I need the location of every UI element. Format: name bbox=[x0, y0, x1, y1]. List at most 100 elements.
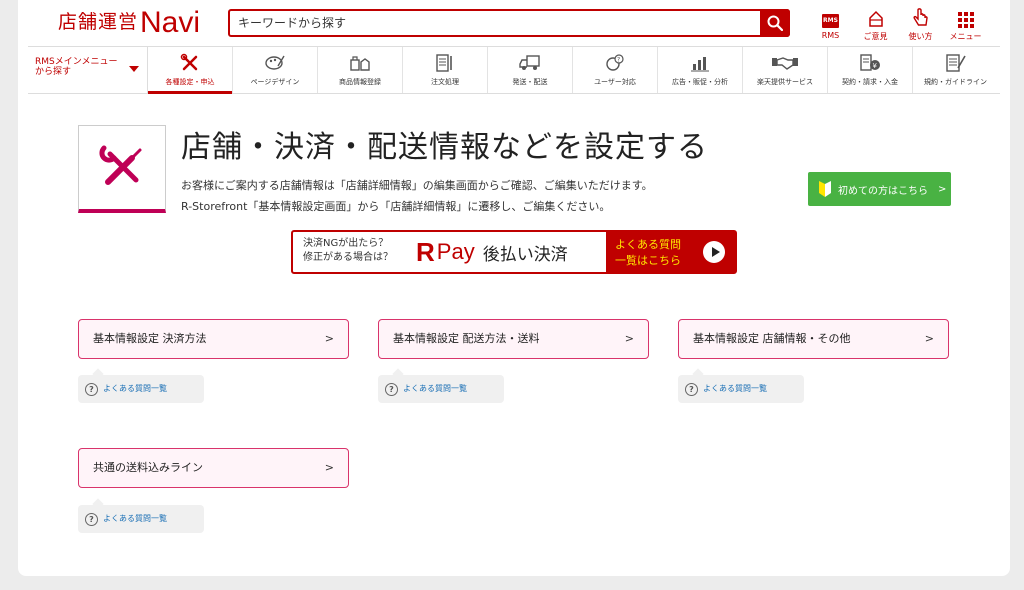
question-icon: ? bbox=[85, 512, 98, 526]
search-button[interactable] bbox=[760, 9, 790, 37]
card-free-shipping-line[interactable]: 共通の送料込みライン > bbox=[78, 448, 349, 488]
nav-item-contracts[interactable]: ¥ 契約・請求・入金 bbox=[828, 47, 913, 93]
chevron-right-icon: > bbox=[324, 332, 334, 345]
nav-label: 広告・販促・分析 bbox=[672, 78, 728, 86]
nav-label: 規約・ガイドライン bbox=[924, 78, 987, 86]
card-label: 共通の送料込みライン bbox=[93, 461, 203, 474]
faq-link-shipping[interactable]: ? よくある質問一覧 bbox=[378, 375, 504, 403]
products-icon bbox=[350, 56, 370, 71]
svg-text:?: ? bbox=[617, 57, 620, 64]
contract-icon: ¥ bbox=[860, 54, 880, 71]
card-payment-settings[interactable]: 基本情報設定 決済方法 > bbox=[78, 319, 349, 359]
faq-label: よくある質問一覧 bbox=[103, 384, 167, 393]
chevron-right-icon: > bbox=[324, 461, 334, 474]
beginner-mark-icon bbox=[819, 181, 831, 197]
howto-label: 使い方 bbox=[908, 32, 933, 41]
rpay-logo: R Pay 後払い決済 bbox=[416, 232, 606, 272]
header: 店舗運営Navi RMS RMS ご意見 使い bbox=[18, 0, 1010, 46]
nav-label: 発送・配送 bbox=[512, 78, 548, 86]
search-input[interactable] bbox=[230, 11, 760, 35]
nav-item-guidelines[interactable]: 規約・ガイドライン bbox=[913, 47, 998, 93]
nav-label: ページデザイン bbox=[250, 78, 300, 86]
page-title: 店舗・決済・配送情報などを設定する bbox=[181, 130, 708, 165]
chevron-right-icon: > bbox=[624, 332, 634, 345]
search-box bbox=[228, 9, 790, 37]
faq-label: よくある質問一覧 bbox=[103, 514, 167, 523]
banner-faq-link: よくある質問 一覧はこちら bbox=[606, 232, 735, 272]
card-shipping-settings[interactable]: 基本情報設定 配送方法・送料 > bbox=[378, 319, 649, 359]
nav-item-rakuten-services[interactable]: 楽天提供サービス bbox=[743, 47, 828, 93]
nav-label: 商品情報登録 bbox=[339, 78, 381, 86]
banner-question-line-1: 決済NGが出たら？ bbox=[303, 238, 389, 249]
chart-icon bbox=[691, 57, 709, 72]
rpay-faq-banner[interactable]: 決済NGが出たら？ 修正がある場合は？ R Pay 後払い決済 よくある質問 一… bbox=[291, 230, 737, 274]
nav-item-ads-analytics[interactable]: 広告・販促・分析 bbox=[658, 47, 743, 93]
card-label: 基本情報設定 配送方法・送料 bbox=[393, 332, 540, 345]
nav-item-settings[interactable]: 各種設定・申込 bbox=[148, 47, 233, 94]
description-line-1: お客様にご案内する店舗情報は「店舗詳細情報」の編集画面からご確認、ご編集いただけ… bbox=[181, 179, 653, 192]
nav-item-shipping[interactable]: 発送・配送 bbox=[488, 47, 573, 93]
menu-link[interactable]: メニュー bbox=[943, 8, 988, 42]
handshake-icon bbox=[772, 57, 798, 70]
banner-question: 決済NGが出たら？ 修正がある場合は？ bbox=[293, 232, 416, 272]
grid-menu-icon bbox=[957, 12, 974, 28]
logo-jp: 店舗運営 bbox=[58, 11, 139, 33]
rpay-r-mark: R bbox=[416, 236, 435, 267]
nav-label: ユーザー対応 bbox=[594, 78, 636, 86]
page-panel: 店舗運営Navi RMS RMS ご意見 使い bbox=[18, 0, 1010, 576]
user-support-icon: ? bbox=[606, 54, 624, 71]
faq-label: よくある質問一覧 bbox=[703, 384, 767, 393]
nav-item-orders[interactable]: 注文処理 bbox=[403, 47, 488, 93]
guideline-icon bbox=[945, 54, 966, 72]
logo-en: Navi bbox=[140, 6, 201, 39]
play-icon bbox=[703, 241, 725, 263]
card-label: 基本情報設定 決済方法 bbox=[93, 332, 207, 345]
faq-link-payment[interactable]: ? よくある質問一覧 bbox=[78, 375, 204, 403]
site-logo[interactable]: 店舗運営Navi bbox=[58, 6, 200, 40]
card-store-info-settings[interactable]: 基本情報設定 店舗情報・その他 > bbox=[678, 319, 949, 359]
question-icon: ? bbox=[85, 382, 98, 396]
hand-pointer-icon bbox=[912, 8, 928, 26]
caret-down-icon bbox=[129, 66, 139, 72]
nav-item-page-design[interactable]: ページデザイン bbox=[233, 47, 318, 93]
palette-icon bbox=[265, 55, 285, 70]
hero-tools-icon-box bbox=[78, 125, 166, 213]
rms-link[interactable]: RMS RMS bbox=[808, 8, 853, 42]
beginner-guide-button[interactable]: 初めての方はこちら > bbox=[808, 172, 951, 206]
rms-main-menu-dropdown[interactable]: RMSメインメニュー から探す bbox=[28, 47, 148, 93]
rpay-deferred-payment: 後払い決済 bbox=[482, 244, 568, 265]
banner-question-line-2: 修正がある場合は？ bbox=[303, 252, 393, 263]
header-icons: RMS RMS ご意見 使い方 メニュー bbox=[808, 8, 988, 42]
chevron-right-icon: > bbox=[938, 183, 947, 195]
page-description: お客様にご案内する店舗情報は「店舗詳細情報」の編集画面からご確認、ご編集いただけ… bbox=[181, 175, 653, 217]
faq-link-store-info[interactable]: ? よくある質問一覧 bbox=[678, 375, 804, 403]
nav-item-products[interactable]: 商品情報登録 bbox=[318, 47, 403, 93]
menu-label: メニュー bbox=[949, 32, 982, 41]
svg-text:¥: ¥ bbox=[873, 62, 878, 70]
chevron-right-icon: > bbox=[924, 332, 934, 345]
feedback-label: ご意見 bbox=[863, 32, 888, 41]
rms-icon: RMS bbox=[822, 14, 839, 28]
card-label: 基本情報設定 店舗情報・その他 bbox=[693, 332, 851, 345]
beginner-guide-label: 初めての方はこちら bbox=[838, 185, 928, 197]
category-nav: RMSメインメニュー から探す 各種設定・申込 ページデザイン 商品情報登録 注… bbox=[28, 46, 1000, 94]
description-line-2: R-Storefront「基本情報設定画面」から「店舗詳細情報」に遷移し、ご編集… bbox=[181, 200, 611, 213]
order-icon bbox=[436, 54, 452, 72]
question-icon: ? bbox=[385, 382, 398, 396]
nav-label: 注文処理 bbox=[431, 78, 459, 86]
rpay-pay-text: Pay bbox=[436, 239, 475, 264]
nav-label: 各種設定・申込 bbox=[165, 78, 215, 86]
nav-item-user-support[interactable]: ? ユーザー対応 bbox=[573, 47, 658, 93]
wrench-screwdriver-icon bbox=[99, 145, 142, 185]
howto-link[interactable]: 使い方 bbox=[898, 8, 943, 42]
question-icon: ? bbox=[685, 382, 698, 396]
nav-label: 契約・請求・入金 bbox=[842, 78, 898, 86]
nav-label: 楽天提供サービス bbox=[757, 78, 813, 86]
search-icon bbox=[767, 15, 783, 31]
rms-label: RMS bbox=[821, 31, 840, 40]
truck-icon bbox=[519, 55, 540, 70]
faq-link-free-shipping[interactable]: ? よくある質問一覧 bbox=[78, 505, 204, 533]
tools-icon bbox=[180, 53, 198, 71]
feedback-link[interactable]: ご意見 bbox=[853, 8, 898, 42]
faq-label: よくある質問一覧 bbox=[403, 384, 467, 393]
